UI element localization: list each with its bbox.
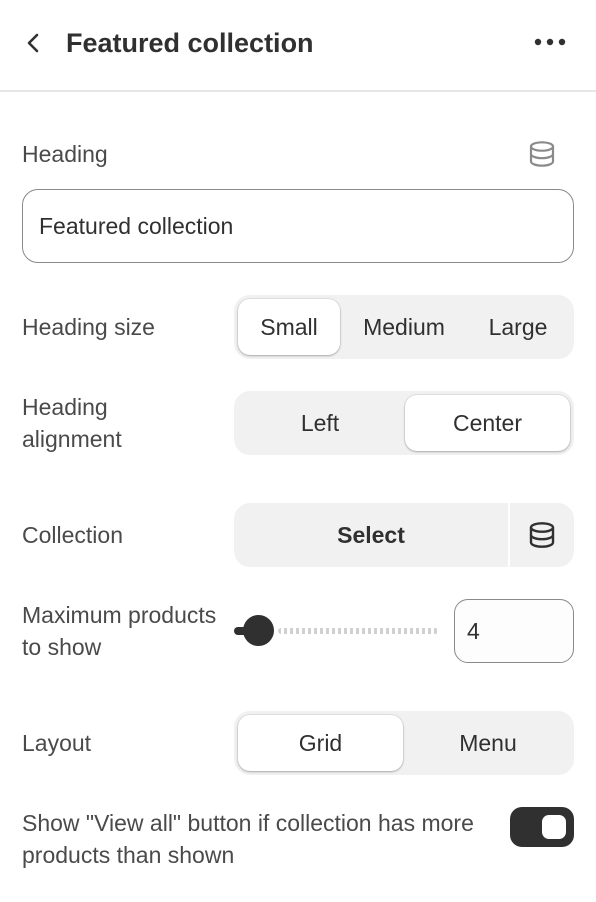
heading-alignment-center-option[interactable]: Center bbox=[405, 395, 570, 451]
layout-grid-option[interactable]: Grid bbox=[238, 715, 403, 771]
heading-dynamic-source-button[interactable] bbox=[522, 136, 562, 172]
view-all-toggle-label: Show "View all" button if collection has… bbox=[22, 810, 474, 868]
collection-dynamic-source-button[interactable] bbox=[510, 503, 574, 567]
layout-label: Layout bbox=[22, 730, 92, 756]
view-all-toggle[interactable] bbox=[510, 807, 574, 847]
max-products-slider-thumb[interactable] bbox=[242, 615, 274, 646]
heading-alignment-label: Heading alignment bbox=[22, 394, 122, 452]
database-icon bbox=[529, 141, 555, 167]
select-collection-button[interactable]: Select bbox=[234, 503, 508, 567]
database-icon bbox=[529, 522, 555, 548]
layout-menu-option[interactable]: Menu bbox=[406, 715, 570, 771]
heading-input[interactable] bbox=[22, 189, 574, 263]
heading-size-small-option[interactable]: Small bbox=[238, 299, 340, 355]
ellipsis-horizontal-icon bbox=[534, 38, 566, 46]
panel-header: Featured collection bbox=[0, 0, 596, 92]
heading-size-segmented-control: Small Medium Large bbox=[234, 295, 574, 359]
page-title: Featured collection bbox=[66, 28, 314, 58]
heading-alignment-left-option[interactable]: Left bbox=[238, 395, 402, 451]
heading-alignment-segmented-control: Left Center bbox=[234, 391, 574, 455]
heading-size-medium-option[interactable]: Medium bbox=[346, 299, 462, 355]
toggle-knob bbox=[542, 815, 566, 839]
chevron-left-icon bbox=[27, 33, 39, 53]
heading-size-label: Heading size bbox=[22, 314, 155, 340]
back-button[interactable] bbox=[14, 24, 52, 62]
heading-label: Heading bbox=[22, 141, 108, 167]
max-products-input[interactable] bbox=[454, 599, 574, 663]
maximum-products-label: Maximum products to show bbox=[22, 602, 217, 660]
collection-picker: Select bbox=[234, 503, 574, 567]
heading-size-large-option[interactable]: Large bbox=[466, 299, 570, 355]
collection-label: Collection bbox=[22, 522, 123, 548]
layout-segmented-control: Grid Menu bbox=[234, 711, 574, 775]
slider-remaining-track bbox=[277, 628, 438, 634]
more-options-button[interactable] bbox=[526, 22, 574, 62]
